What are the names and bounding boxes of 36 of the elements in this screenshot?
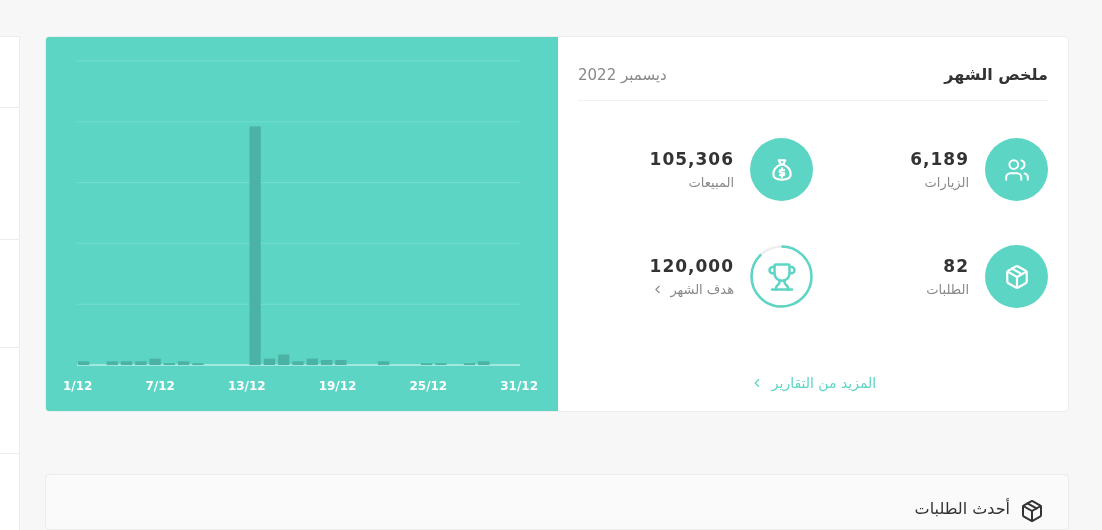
box-icon <box>1003 263 1030 290</box>
axis-label: 31/12 <box>500 379 538 393</box>
chart-bar <box>78 361 90 365</box>
chart-bar <box>149 358 161 365</box>
chart-bar <box>378 361 390 365</box>
chart-bar <box>335 359 347 365</box>
chart-bar <box>178 361 190 365</box>
goal-progress-ring <box>750 245 813 308</box>
chart-bar <box>263 358 276 365</box>
chart-bar <box>292 361 304 365</box>
stat-label: المبيعات <box>688 175 734 190</box>
box-icon <box>1020 499 1044 523</box>
card-title: أحدث الطلبات <box>914 499 1010 518</box>
chart-bar <box>320 359 333 365</box>
chart-bar <box>135 361 147 365</box>
stat-value: 82 <box>943 256 969 276</box>
axis-label: 25/12 <box>409 379 448 393</box>
chart-bar <box>106 361 118 365</box>
chart-bar <box>278 354 290 365</box>
axis-label: 7/12 <box>145 379 175 393</box>
stat-label: الزيارات <box>924 175 969 190</box>
stat-value: 120,000 <box>649 256 734 276</box>
users-icon <box>1003 156 1030 183</box>
period-label: ديسمبر 2022 <box>578 65 667 84</box>
summary-title: ملخص الشهر <box>944 65 1048 84</box>
trophy-icon <box>766 261 797 292</box>
stat-label: الطلبات <box>926 282 969 297</box>
chart-bar <box>306 358 318 365</box>
axis-label: 1/12 <box>63 379 93 393</box>
stat-value: 6,189 <box>910 149 969 169</box>
chart-bar <box>478 361 490 365</box>
axis-label: 13/12 <box>227 379 266 393</box>
goal-link[interactable]: هدف الشهر <box>651 282 734 297</box>
axis-label: 19/12 <box>318 379 357 393</box>
stat-value: 105,306 <box>649 149 734 169</box>
chart-bar <box>120 361 133 365</box>
